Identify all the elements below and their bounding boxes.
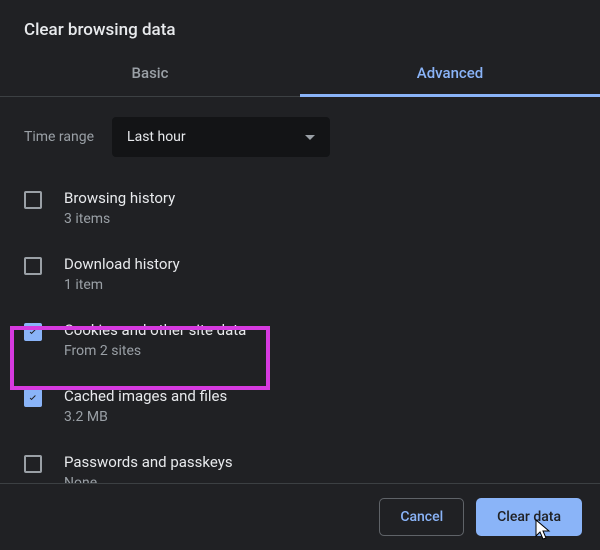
dialog-footer: Cancel Clear data — [0, 483, 600, 550]
options-list: Browsing history 3 items Download histor… — [24, 179, 576, 483]
chevron-down-icon — [305, 135, 315, 140]
option-browsing-history[interactable]: Browsing history 3 items — [24, 179, 576, 245]
checkbox-browsing-history[interactable] — [24, 191, 42, 209]
time-range-row: Time range Last hour — [24, 97, 576, 179]
cancel-button[interactable]: Cancel — [379, 498, 464, 536]
clear-data-button[interactable]: Clear data — [476, 498, 582, 536]
option-cached[interactable]: Cached images and files 3.2 MB — [24, 377, 576, 443]
tab-advanced[interactable]: Advanced — [300, 50, 600, 96]
time-range-select[interactable]: Last hour — [112, 117, 330, 157]
tab-bar: Basic Advanced — [0, 50, 600, 97]
option-sub: 3 items — [64, 211, 175, 227]
option-sub: 1 item — [64, 277, 180, 293]
option-cookies[interactable]: Cookies and other site data From 2 sites — [24, 311, 576, 377]
option-title: Cookies and other site data — [64, 321, 246, 339]
checkbox-download-history[interactable] — [24, 257, 42, 275]
dialog-title: Clear browsing data — [0, 0, 600, 50]
tab-basic[interactable]: Basic — [0, 50, 300, 96]
option-passwords[interactable]: Passwords and passkeys None — [24, 443, 576, 483]
option-title: Passwords and passkeys — [64, 453, 233, 471]
dialog-body: Time range Last hour Browsing history 3 … — [0, 97, 600, 483]
option-title: Cached images and files — [64, 387, 227, 405]
time-range-value: Last hour — [127, 129, 186, 145]
option-title: Browsing history — [64, 189, 175, 207]
time-range-label: Time range — [24, 129, 94, 145]
clear-browsing-data-dialog: Clear browsing data Basic Advanced Time … — [0, 0, 600, 550]
option-download-history[interactable]: Download history 1 item — [24, 245, 576, 311]
checkbox-passwords[interactable] — [24, 455, 42, 473]
option-sub: 3.2 MB — [64, 409, 227, 425]
option-sub: None — [64, 475, 233, 483]
checkbox-cookies[interactable] — [24, 323, 42, 341]
option-sub: From 2 sites — [64, 343, 246, 359]
option-title: Download history — [64, 255, 180, 273]
checkbox-cached[interactable] — [24, 389, 42, 407]
